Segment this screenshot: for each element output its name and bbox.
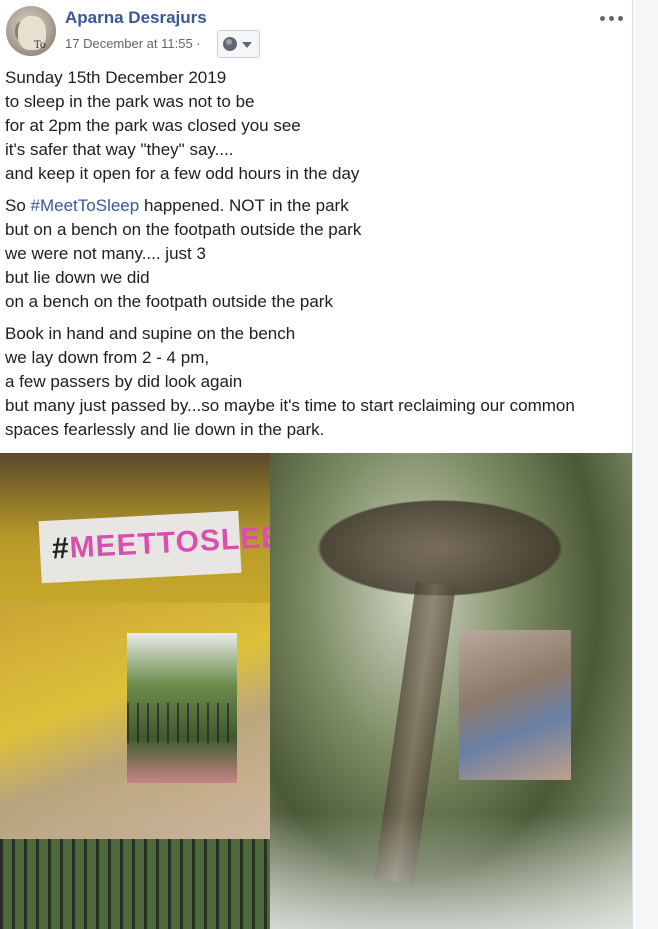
avatar-caption: To — [34, 40, 46, 51]
photo-inset-feet — [459, 630, 571, 780]
text-line: So #MeetToSleep happened. NOT in the par… — [5, 194, 627, 218]
chevron-down-icon — [242, 42, 252, 48]
meta-separator: · — [196, 36, 201, 51]
text-lead-rest: happened. NOT in the park — [139, 196, 349, 215]
text-line: for at 2pm the park was closed you see — [5, 116, 301, 135]
text-line: Sunday 15th December 2019 — [5, 68, 227, 87]
photo-poster: #MEETTOSLEEP — [38, 510, 304, 584]
page-sidebar-edge — [632, 0, 658, 929]
post-card: To Aparna Desrajurs 17 December at 11:55… — [0, 0, 632, 929]
poster-hash: # — [51, 531, 71, 566]
text-line: but lie down we did — [5, 268, 150, 287]
post-timestamp[interactable]: 17 December at 11:55 — [65, 36, 193, 51]
author-name[interactable]: Aparna Desrajurs — [65, 8, 207, 28]
text-line: and keep it open for a few odd hours in … — [5, 164, 360, 183]
audience-selector[interactable] — [217, 30, 260, 58]
paragraph-1: Sunday 15th December 2019 to sleep in th… — [5, 66, 627, 186]
paragraph-3: Book in hand and supine on the bench we … — [5, 322, 627, 442]
photo-inset-park — [127, 633, 237, 783]
text-line: but many just passed by...so maybe it's … — [5, 396, 575, 439]
text-line: but on a bench on the footpath outside t… — [5, 220, 362, 239]
post-meta: 17 December at 11:55 · — [65, 36, 201, 51]
more-options-icon[interactable] — [600, 14, 624, 24]
text-lead: So — [5, 196, 31, 215]
paragraph-2: So #MeetToSleep happened. NOT in the par… — [5, 194, 627, 314]
text-line: we lay down from 2 - 4 pm, — [5, 348, 210, 367]
post-text: Sunday 15th December 2019 to sleep in th… — [5, 66, 627, 450]
text-line: Book in hand and supine on the bench — [5, 324, 296, 343]
photo-railing — [0, 839, 270, 929]
text-line: it's safer that way "they" say.... — [5, 140, 234, 159]
photo-light-haze — [270, 813, 632, 929]
author-avatar[interactable]: To — [6, 6, 56, 56]
post-photo-collage[interactable]: #MEETTOSLEEP — [0, 453, 632, 929]
globe-icon — [223, 37, 237, 51]
text-line: a few passers by did look again — [5, 372, 243, 391]
hashtag-link[interactable]: #MeetToSleep — [31, 196, 140, 215]
text-line: on a bench on the footpath outside the p… — [5, 292, 333, 311]
text-line: to sleep in the park was not to be — [5, 92, 255, 111]
text-line: we were not many.... just 3 — [5, 244, 206, 263]
